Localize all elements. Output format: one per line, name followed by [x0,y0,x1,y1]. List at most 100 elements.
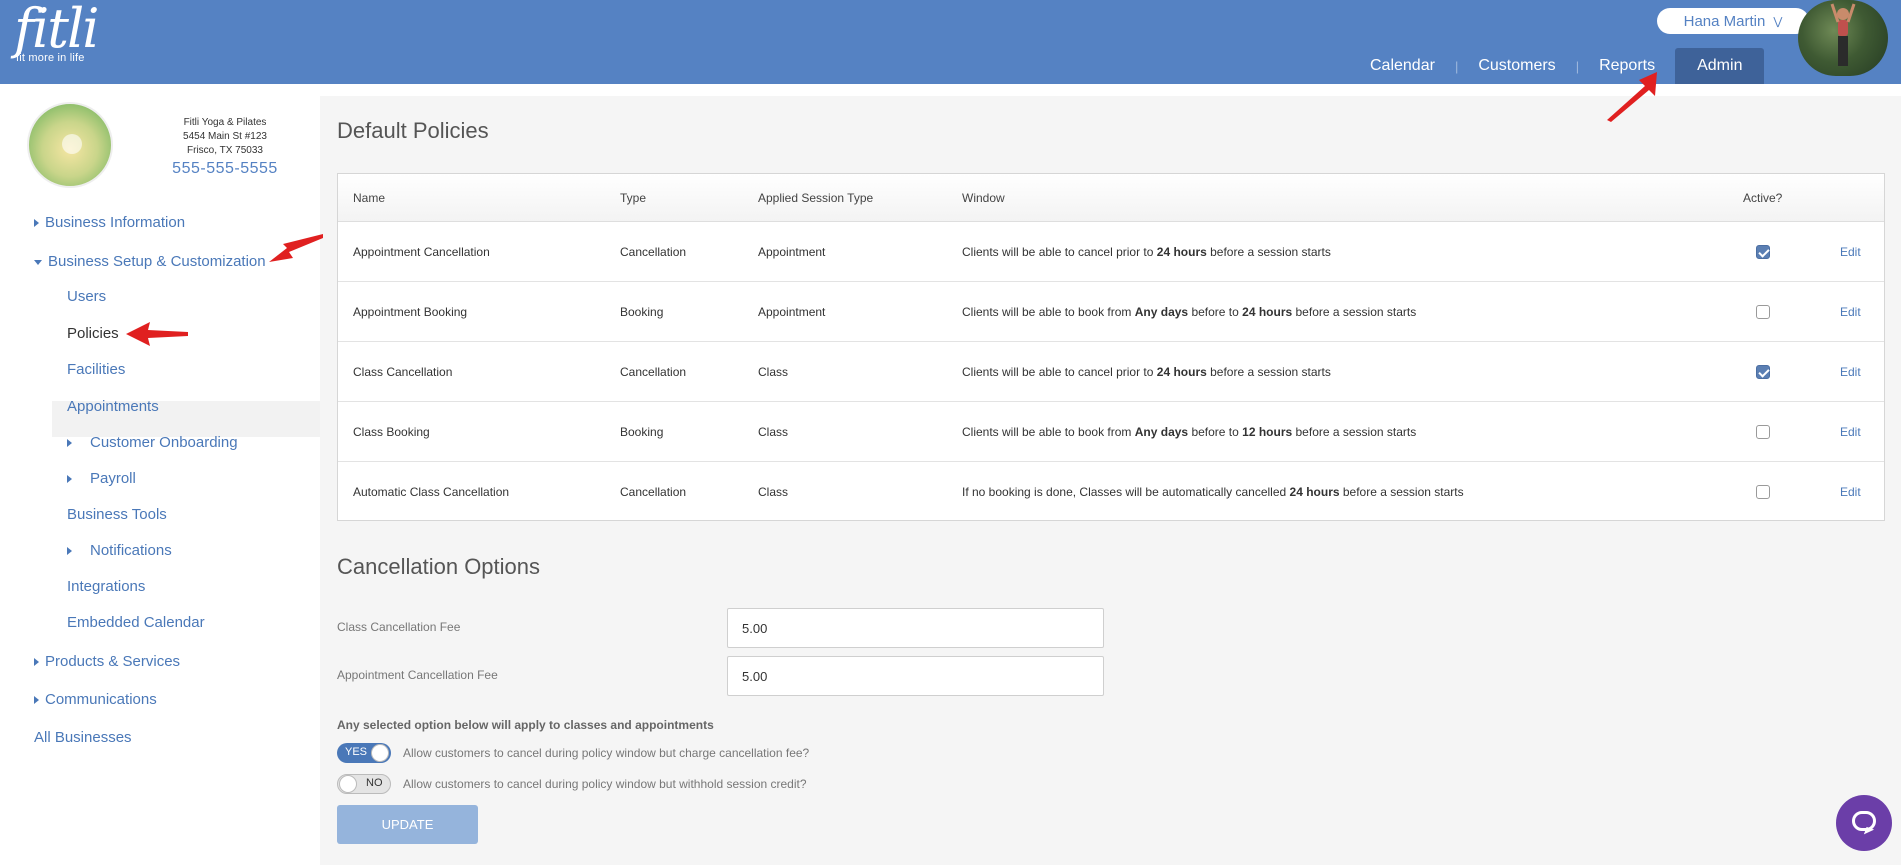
sidebar-item-customer-onboarding[interactable]: Customer Onboarding [67,434,238,451]
toggle-state: NO [366,777,383,789]
nav-admin[interactable]: Admin [1675,48,1765,84]
user-name: Hana Martin [1683,12,1766,30]
window-text: before a session starts [1206,245,1331,259]
window-text: Clients will be able to book from [962,305,1135,319]
policies-table: Name Type Applied Session Type Window Ac… [337,173,1885,521]
nav-customers[interactable]: Customers [1458,48,1575,84]
sidebar-item-all-businesses[interactable]: All Businesses [34,729,132,746]
toggle-state: YES [345,746,368,758]
sidebar: Fitli Yoga & Pilates 5454 Main St #123 F… [0,84,320,865]
policy-session-type: Appointment [758,305,826,319]
appointment-fee-input[interactable] [727,656,1104,696]
policy-name: Automatic Class Cancellation [353,485,510,499]
sidebar-item-business-setup[interactable]: Business Setup & Customization [34,253,266,270]
table-row: Class Cancellation Cancellation Class Cl… [338,342,1884,402]
policy-session-type: Class [758,425,789,439]
chevron-down-icon: ⋁ [1773,15,1783,28]
class-fee-label: Class Cancellation Fee [337,620,461,634]
policy-type: Cancellation [620,365,687,379]
withhold-credit-toggle[interactable]: NO [337,774,391,794]
caret-down-icon [34,259,42,265]
avatar-person-icon [1830,3,1856,66]
policy-window: If no booking is done, Classes will be a… [962,462,1464,522]
edit-link[interactable]: Edit [1840,462,1861,522]
window-bold: 24 hours [1242,305,1293,319]
business-address-line1: 5454 Main St #123 [183,131,267,142]
business-info: Fitli Yoga & Pilates 5454 Main St #123 F… [145,116,305,177]
window-text: before a session starts [1206,365,1331,379]
table-row: Appointment Booking Booking Appointment … [338,282,1884,342]
policy-session-type: Class [758,365,789,379]
column-header-session-type: Applied Session Type [758,191,874,205]
policy-window: Clients will be able to cancel prior to … [962,342,1331,402]
policy-name: Appointment Booking [353,305,468,319]
sidebar-item-integrations[interactable]: Integrations [67,578,145,595]
window-bold: Any days [1134,305,1189,319]
main-nav: Calendar | Customers | Reports Admin [1350,48,1765,84]
caret-right-icon [67,475,72,484]
caret-right-icon [34,658,39,667]
sidebar-item-appointments[interactable]: Appointments [67,398,159,415]
sidebar-item-label: Customer Onboarding [90,434,238,451]
policy-type: Booking [620,305,664,319]
policy-type: Cancellation [620,485,687,499]
active-checkbox[interactable] [1756,365,1770,379]
column-header-active: Active? [1743,191,1783,205]
annotation-arrow-icon [269,234,323,262]
edit-link[interactable]: Edit [1840,402,1861,462]
window-text: If no booking is done, Classes will be a… [962,485,1290,499]
policy-session-type: Appointment [758,245,826,259]
logo-wordmark: fitli [14,0,99,60]
window-text: before a session starts [1339,485,1464,499]
window-bold: 24 hours [1289,485,1340,499]
sidebar-item-embedded-calendar[interactable]: Embedded Calendar [67,614,205,631]
sidebar-item-payroll[interactable]: Payroll [67,470,136,487]
window-bold: Any days [1134,425,1189,439]
page-title: Default Policies [337,118,489,143]
window-bold: 12 hours [1242,425,1293,439]
active-checkbox[interactable] [1756,305,1770,319]
edit-link[interactable]: Edit [1840,342,1861,402]
sidebar-item-products-services[interactable]: Products & Services [34,653,180,670]
column-header-name: Name [353,191,386,205]
sidebar-item-label: Products & Services [45,653,181,670]
table-header [338,174,1884,222]
chat-launcher-button[interactable] [1836,795,1892,851]
sidebar-item-facilities[interactable]: Facilities [67,361,125,378]
sidebar-item-business-information[interactable]: Business Information [34,214,185,231]
nav-calendar[interactable]: Calendar [1350,48,1455,84]
business-phone[interactable]: 555-555-5555 [145,161,305,177]
window-bold: 24 hours [1156,365,1207,379]
sidebar-item-label: Communications [45,691,157,708]
charge-fee-label: Allow customers to cancel during policy … [403,746,810,760]
active-checkbox[interactable] [1756,245,1770,259]
charge-fee-toggle[interactable]: YES [337,743,391,763]
appointment-fee-label: Appointment Cancellation Fee [337,668,498,682]
edit-link[interactable]: Edit [1840,222,1861,282]
window-bold: 24 hours [1156,245,1207,259]
sidebar-item-notifications[interactable]: Notifications [67,542,172,559]
sidebar-item-business-tools[interactable]: Business Tools [67,506,167,523]
cancellation-options-title: Cancellation Options [337,554,541,579]
toggle-knob [339,775,357,793]
window-text: before to [1188,305,1243,319]
caret-right-icon [67,439,72,448]
main-content: Default Policies Name Type Applied Sessi… [320,96,1901,865]
caret-right-icon [67,547,72,556]
active-checkbox[interactable] [1756,425,1770,439]
sidebar-item-communications[interactable]: Communications [34,691,157,708]
sidebar-item-policies[interactable]: Policies [67,325,119,342]
user-menu-button[interactable]: Hana Martin ⋁ [1657,8,1809,34]
window-text: Clients will be able to cancel prior to [962,365,1157,379]
business-name: Fitli Yoga & Pilates [183,117,267,128]
update-button[interactable]: UPDATE [337,805,478,844]
fitli-logo[interactable]: fitli fit more in life [14,0,99,65]
avatar[interactable] [1798,0,1888,76]
active-checkbox[interactable] [1756,485,1770,499]
sidebar-item-label: Notifications [90,542,172,559]
withhold-credit-label: Allow customers to cancel during policy … [403,777,807,791]
policy-window: Clients will be able to book from Any da… [962,402,1416,462]
edit-link[interactable]: Edit [1840,282,1861,342]
sidebar-item-users[interactable]: Users [67,288,106,305]
class-fee-input[interactable] [727,608,1104,648]
